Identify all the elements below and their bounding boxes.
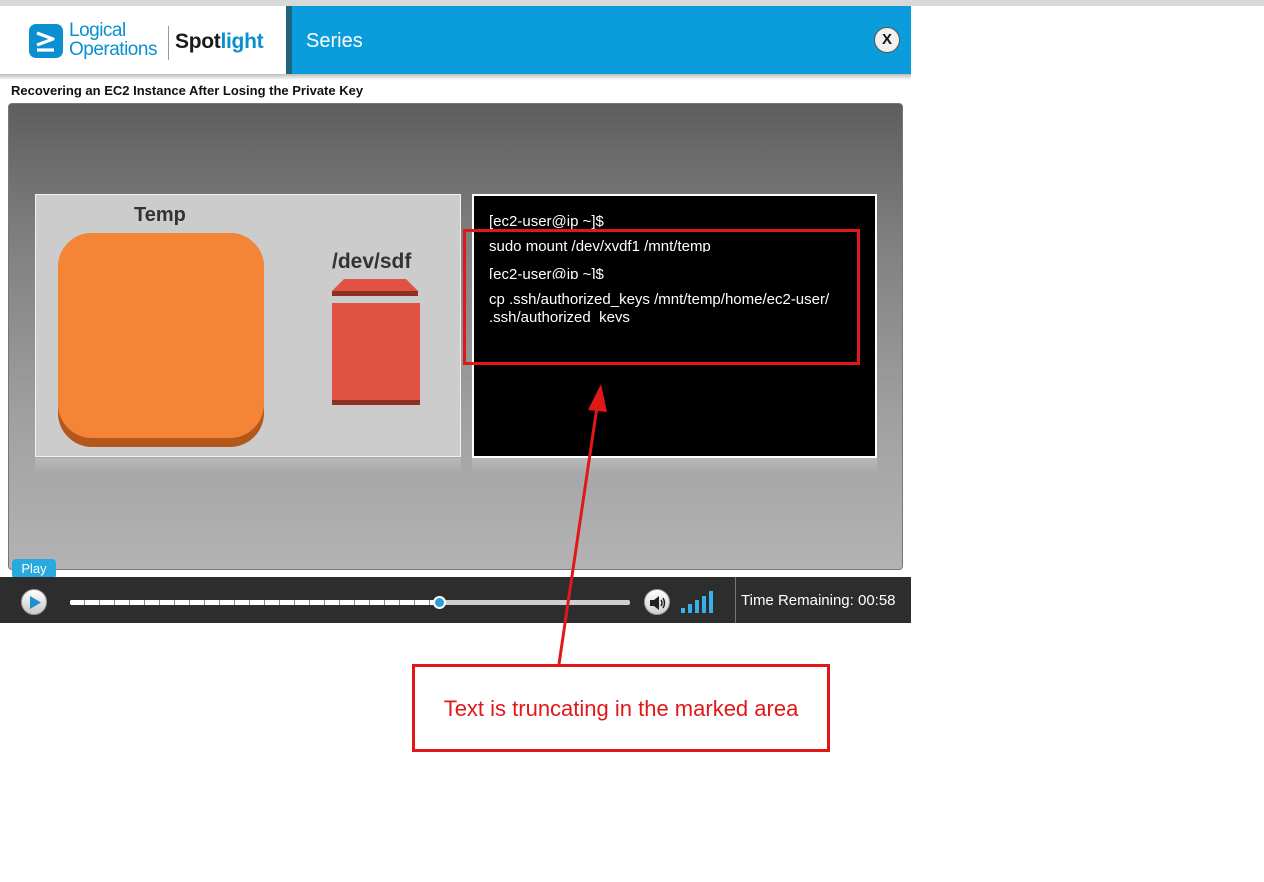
annotation-note-box: Text is truncating in the marked area bbox=[412, 664, 830, 752]
annotation-note: Text is truncating in the marked area bbox=[443, 696, 799, 721]
